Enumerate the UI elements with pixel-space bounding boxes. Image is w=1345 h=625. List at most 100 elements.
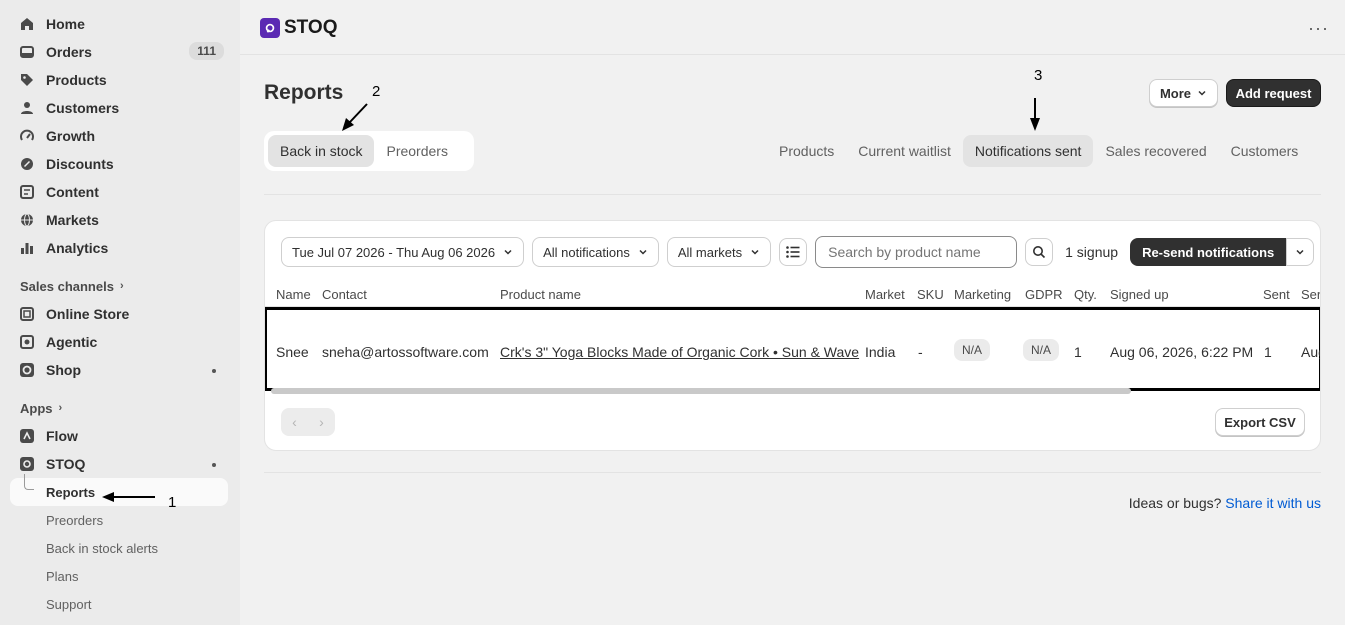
markets-filter-select[interactable]: All markets [666, 237, 772, 267]
signup-count: 1 signup [1065, 244, 1119, 260]
more-actions-icon[interactable]: ··· [1308, 18, 1329, 39]
sidebar-item-analytics[interactable]: Analytics [0, 234, 240, 262]
add-request-button[interactable]: Add request [1226, 79, 1321, 107]
orders-count-badge: 111 [189, 42, 224, 60]
column-header-sent[interactable]: Sent [1263, 287, 1290, 302]
gdpr-status-badge: N/A [1023, 339, 1060, 361]
page-title: Reports [264, 81, 344, 104]
apps-header[interactable]: Apps › [0, 394, 240, 422]
cell-contact: sneha@artossoftware.com [322, 344, 489, 360]
sidebar-item-products[interactable]: Products [0, 66, 240, 94]
segment-back-in-stock[interactable]: Back in stock [268, 135, 375, 167]
sidebar-subitem-plans[interactable]: Plans [0, 562, 240, 590]
sidebar-item-agentic[interactable]: Agentic [0, 328, 240, 356]
sidebar-item-label: STOQ [46, 456, 86, 472]
resend-options-button[interactable] [1286, 238, 1315, 266]
discount-icon [20, 157, 34, 171]
notifications-filter-select[interactable]: All notifications [532, 237, 659, 267]
stoq-icon [20, 457, 34, 471]
chevron-down-icon [639, 249, 647, 255]
tab-products[interactable]: Products [767, 135, 846, 167]
gauge-icon [20, 129, 34, 143]
sidebar-item-online-store[interactable]: Online Store [0, 300, 240, 328]
inbox-icon [20, 45, 34, 59]
sidebar-item-label: Agentic [46, 334, 98, 350]
next-page-button[interactable]: › [319, 414, 324, 430]
resend-notifications-button[interactable]: Re-send notifications [1130, 238, 1287, 266]
sidebar-subitem-reports[interactable]: Reports [10, 474, 228, 506]
tab-notifications-sent[interactable]: Notifications sent [962, 135, 1094, 167]
share-feedback-link[interactable]: Share it with us [1225, 495, 1321, 511]
column-header-signed-up[interactable]: Signed up [1110, 287, 1169, 302]
feedback-footer: Ideas or bugs? Share it with us [1129, 495, 1321, 511]
cell-sent-at: Aug [1301, 344, 1320, 360]
sidebar-item-label: Growth [46, 128, 95, 144]
shop-icon [20, 363, 34, 377]
column-header-sent-at[interactable]: Ser [1301, 287, 1320, 302]
chevron-down-icon [504, 249, 512, 255]
segment-preorders[interactable]: Preorders [374, 135, 459, 167]
app-name: STOQ [284, 17, 338, 38]
markets-filter-value: All markets [677, 244, 743, 260]
sidebar-item-markets[interactable]: Markets [0, 206, 240, 234]
more-button[interactable]: More [1149, 79, 1218, 107]
column-header-contact[interactable]: Contact [322, 287, 367, 302]
horizontal-scrollbar[interactable] [271, 388, 1131, 394]
column-header-qty[interactable]: Qty. [1074, 287, 1097, 302]
tab-sales-recovered[interactable]: Sales recovered [1093, 135, 1218, 167]
cell-market: India [865, 344, 896, 360]
column-header-marketing[interactable]: Marketing [954, 287, 1011, 302]
column-header-gdpr[interactable]: GDPR [1025, 287, 1063, 302]
tab-current-waitlist[interactable]: Current waitlist [846, 135, 963, 167]
column-header-product-name[interactable]: Product name [500, 287, 581, 302]
sidebar-item-content[interactable]: Content [0, 178, 240, 206]
cell-sent: 1 [1264, 344, 1272, 360]
pagination: ‹ › [281, 408, 335, 436]
sidebar-item-home[interactable]: Home [0, 10, 240, 38]
date-range-value: Tue Jul 07 2026 - Thu Aug 06 2026 [292, 244, 496, 260]
column-list-button[interactable] [779, 238, 808, 266]
sales-channels-label: Sales channels [20, 278, 114, 294]
tab-customers[interactable]: Customers [1219, 135, 1311, 167]
sidebar-subitem-label: Preorders [46, 512, 104, 528]
sidebar-subitem-back-in-stock-alerts[interactable]: Back in stock alerts [0, 534, 240, 562]
sidebar-item-discounts[interactable]: Discounts [0, 150, 240, 178]
sidebar-item-orders[interactable]: Orders 111 [0, 38, 240, 66]
sidebar-item-growth[interactable]: Growth [0, 122, 240, 150]
divider [264, 472, 1321, 473]
previous-page-button[interactable]: ‹ [292, 414, 297, 430]
table-row[interactable]: Snee sneha@artossoftware.com Crk's 3" Yo… [265, 307, 1320, 391]
stoq-logo-icon [260, 18, 280, 38]
cell-product-link[interactable]: Crk's 3" Yoga Blocks Made of Organic Cor… [500, 344, 859, 360]
search-input[interactable] [815, 236, 1018, 268]
marketing-status-badge: N/A [954, 339, 991, 361]
search-button[interactable] [1025, 238, 1054, 266]
sidebar-subitem-support[interactable]: Support [0, 590, 240, 618]
column-header-name[interactable]: Name [276, 287, 311, 302]
sidebar-item-shop[interactable]: Shop [0, 356, 240, 384]
status-dot [212, 463, 216, 467]
sidebar-item-label: Orders [46, 44, 92, 60]
sidebar-item-customers[interactable]: Customers [0, 94, 240, 122]
sidebar-item-stoq[interactable]: STOQ [0, 450, 240, 478]
sidebar-item-label: Analytics [46, 240, 109, 256]
apps-label: Apps [20, 400, 53, 416]
sidebar-item-label: Discounts [46, 156, 114, 172]
sidebar-item-flow[interactable]: Flow [0, 422, 240, 450]
date-range-select[interactable]: Tue Jul 07 2026 - Thu Aug 06 2026 [281, 237, 525, 267]
sidebar-subitem-label: Plans [46, 568, 79, 584]
sidebar: Home Orders 111 Products Customers Growt… [0, 0, 240, 625]
report-type-segmented-control: Back in stock Preorders [264, 131, 474, 171]
tag-icon [20, 73, 34, 87]
sales-channels-header[interactable]: Sales channels › [0, 272, 240, 300]
globe-icon [20, 213, 34, 227]
annotation-label-2: 2 [372, 83, 381, 100]
sidebar-item-label: Customers [46, 100, 120, 116]
column-header-market[interactable]: Market [865, 287, 905, 302]
sidebar-subitem-label: Back in stock alerts [46, 540, 158, 556]
list-icon [786, 246, 800, 258]
sidebar-subitem-preorders[interactable]: Preorders [0, 506, 240, 534]
column-header-sku[interactable]: SKU [917, 287, 944, 302]
export-csv-button[interactable]: Export CSV [1215, 408, 1305, 436]
store-icon [20, 307, 34, 321]
